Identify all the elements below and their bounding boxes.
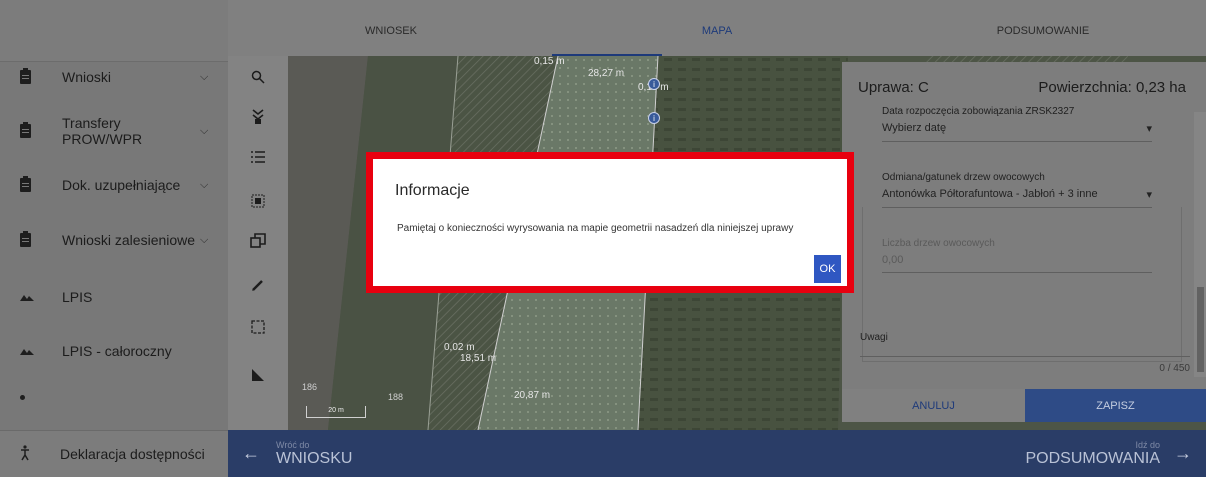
ok-button[interactable]: OK: [814, 255, 841, 283]
chevron-down-icon: ⌵: [200, 233, 209, 246]
accessibility-link[interactable]: Deklaracja dostępności: [0, 430, 228, 477]
tree-count-field[interactable]: Liczba drzew owocowych 0,00: [882, 238, 1152, 273]
bottom-navigation: ← Wróć do WNIOSKU Idź do PODSUMOWANIA →: [228, 430, 1206, 477]
crop-edit-panel: Uprawa: C Powierzchnia: 0,23 ha Data roz…: [842, 62, 1206, 422]
field-value-row: Wybierz datę ▾: [882, 122, 1152, 142]
sidebar: Wnioski ⌵ Transfery PROW/WPR ⌵ Dok. uzup…: [0, 0, 228, 477]
document-icon: [20, 122, 48, 138]
chevron-down-icon: ⌵: [200, 124, 209, 137]
scrollbar-thumb[interactable]: [1197, 287, 1204, 372]
panel-header: Uprawa: C Powierzchnia: 0,23 ha: [842, 62, 1206, 112]
field-label: Liczba drzew owocowych: [882, 238, 995, 249]
next-button[interactable]: Idź do PODSUMOWANIA →: [1025, 430, 1192, 477]
panel-scrollbar[interactable]: [1194, 112, 1206, 377]
sidebar-item-label: Dok. uzupełniające: [62, 177, 181, 193]
document-icon: [20, 231, 48, 247]
arrow-right-icon: →: [1174, 443, 1192, 463]
notes-input[interactable]: [860, 355, 1190, 357]
select-area-icon[interactable]: [228, 182, 288, 220]
field-value-row: 0,00: [882, 254, 1152, 273]
next-text: Idź do PODSUMOWANIA: [1025, 440, 1160, 468]
sidebar-item-label: LPIS - całoroczny: [62, 343, 172, 359]
next-sub-label: Idź do: [1135, 439, 1160, 450]
map-measurement: 0,15 m: [534, 56, 565, 67]
dropdown-arrow-icon: ▾: [1146, 123, 1152, 135]
accessibility-label: Deklaracja dostępności: [60, 446, 205, 462]
sidebar-item-lpis[interactable]: LPIS: [0, 270, 228, 324]
chevron-down-icon: ⌵: [200, 178, 209, 191]
notes-field[interactable]: Uwagi 0 / 450: [860, 332, 1190, 374]
notes-counter: 0 / 450: [1159, 363, 1190, 374]
variety-field[interactable]: Odmiana/gatunek drzew owocowych Antonówk…: [882, 172, 1152, 208]
sidebar-item-lpis-caloroczny[interactable]: LPIS - całoroczny: [0, 324, 228, 378]
chevron-down-icon: ⌵: [200, 70, 209, 83]
back-text: Wróć do WNIOSKU: [276, 440, 352, 468]
dialog-title: Informacje: [395, 182, 470, 199]
sidebar-item-transfery[interactable]: Transfery PROW/WPR ⌵: [0, 104, 228, 158]
back-main-label: WNIOSKU: [276, 449, 353, 467]
back-sub-label: Wróć do: [276, 439, 310, 450]
rectangle-select-icon[interactable]: [228, 308, 288, 346]
plot-number: 188: [388, 392, 404, 402]
top-tabs: WNIOSEK MAPA PODSUMOWANIE: [228, 0, 1206, 56]
panel-actions: ANULUJ ZAPISZ: [842, 389, 1206, 422]
info-dialog: Informacje Pamiętaj o konieczności wyrys…: [366, 152, 854, 293]
sidebar-item-label: Wnioski zalesieniowe: [62, 232, 196, 248]
tree-count-input[interactable]: 0,00: [882, 254, 903, 266]
scale-bar: 20 m: [306, 406, 366, 418]
sidebar-item-dok-uzupelniajace[interactable]: Dok. uzupełniające ⌵: [0, 158, 228, 212]
map-marker-icon[interactable]: i: [648, 112, 660, 124]
cancel-button[interactable]: ANULUJ: [842, 389, 1025, 422]
pencil-icon[interactable]: [228, 266, 288, 304]
copy-icon[interactable]: [228, 222, 288, 260]
document-icon: [20, 68, 48, 84]
tab-wniosek[interactable]: WNIOSEK: [228, 0, 554, 56]
field-label: Odmiana/gatunek drzew owocowych: [882, 172, 1045, 183]
map-measurement: 0,02 m: [444, 342, 475, 353]
dot-icon: [20, 381, 48, 400]
list-icon[interactable]: [228, 138, 288, 176]
field-value-row: Antonówka Półtorafuntowa - Jabłoń + 3 in…: [882, 188, 1152, 208]
sidebar-item-wnioski-zalesieniowe[interactable]: Wnioski zalesieniowe ⌵: [0, 213, 228, 267]
next-main-label: PODSUMOWANIA: [1025, 449, 1160, 467]
tab-podsumowanie[interactable]: PODSUMOWANIE: [880, 0, 1206, 56]
sidebar-item-label: Transfery PROW/WPR: [62, 115, 143, 147]
field-label: Data rozpoczęcia zobowiązania ZRSK2327: [882, 106, 1075, 117]
map-toolbar: [228, 56, 288, 430]
dialog-message: Pamiętaj o konieczności wyrysowania na m…: [397, 223, 794, 234]
map-marker-icon[interactable]: i: [648, 78, 660, 90]
dropdown-arrow-icon: ▾: [1146, 189, 1152, 201]
variety-select[interactable]: Antonówka Półtorafuntowa - Jabłoń + 3 in…: [882, 188, 1098, 201]
search-icon[interactable]: [228, 58, 288, 96]
map-measurement: 18,51 m: [460, 353, 497, 364]
sidebar-item-label: Wnioski: [62, 69, 112, 85]
start-date-select[interactable]: Wybierz datę: [882, 122, 946, 135]
plot-number: 186: [302, 382, 318, 392]
sidebar-item-label: LPIS: [62, 289, 93, 305]
document-icon: [20, 176, 48, 192]
crop-label: Uprawa: C: [858, 78, 929, 96]
tab-mapa[interactable]: MAPA: [554, 0, 880, 56]
accessibility-icon: [18, 444, 46, 464]
layers-icon[interactable]: [228, 98, 288, 136]
save-button[interactable]: ZAPISZ: [1025, 389, 1206, 422]
sidebar-item-wnioski[interactable]: Wnioski ⌵: [0, 50, 228, 104]
map-measurement: 28,27 m: [588, 68, 625, 79]
sidebar-item-partial[interactable]: [0, 380, 228, 400]
notes-label: Uwagi: [860, 332, 888, 343]
mountain-icon: [20, 347, 48, 355]
area-label: Powierzchnia: 0,23 ha: [1038, 78, 1186, 96]
map-measurement: 20,87 m: [514, 390, 551, 401]
start-date-field[interactable]: Data rozpoczęcia zobowiązania ZRSK2327 W…: [882, 106, 1152, 142]
measure-icon[interactable]: [228, 356, 288, 394]
back-button[interactable]: ← Wróć do WNIOSKU: [242, 430, 352, 477]
mountain-icon: [20, 293, 48, 301]
arrow-left-icon: ←: [242, 443, 260, 463]
